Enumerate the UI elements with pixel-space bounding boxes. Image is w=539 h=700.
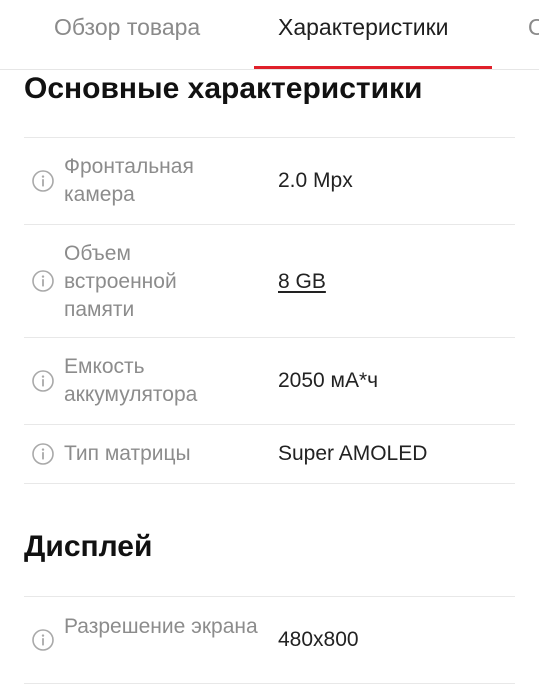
- section-title-main: Основные характеристики: [24, 72, 423, 105]
- divider: [24, 683, 515, 684]
- spec-label: Объем встроенной памяти: [64, 242, 177, 321]
- spec-row-resolution: Разрешение экрана 480x800: [24, 597, 515, 683]
- spec-row-storage: Объем встроенной памяти 8 GB: [24, 225, 515, 337]
- tab-bar: Обзор товара Характеристики О: [0, 0, 539, 70]
- spec-value: Super AMOLED: [278, 442, 428, 465]
- spec-value: 480x800: [278, 628, 359, 651]
- tab-specifications[interactable]: Характеристики: [278, 0, 449, 69]
- tab-overview[interactable]: Обзор товара: [54, 0, 200, 69]
- spec-row-matrix-type: Тип матрицы Super AMOLED: [24, 425, 515, 483]
- spec-row-front-camera: Фронтальная камера 2.0 Mpx: [24, 138, 515, 224]
- spec-value: 2050 мА*ч: [278, 369, 379, 392]
- spec-label: Разрешение экрана: [64, 615, 258, 638]
- spec-value-link[interactable]: 8 GB: [278, 268, 326, 296]
- section-title-display: Дисплей: [24, 530, 153, 563]
- spec-value: 2.0 Mpx: [278, 169, 353, 192]
- spec-label: Фронтальная камера: [64, 155, 194, 206]
- spec-label: Емкость аккумулятора: [64, 355, 198, 406]
- info-icon[interactable]: [32, 443, 54, 465]
- divider: [24, 483, 515, 484]
- info-icon[interactable]: [32, 170, 54, 192]
- spec-label: Тип матрицы: [64, 442, 191, 465]
- info-icon[interactable]: [32, 370, 54, 392]
- tab-next[interactable]: О: [528, 0, 539, 69]
- info-icon[interactable]: [32, 629, 54, 651]
- active-tab-indicator: [254, 66, 492, 69]
- spec-row-battery: Емкость аккумулятора 2050 мА*ч: [24, 338, 515, 424]
- info-icon[interactable]: [32, 270, 54, 292]
